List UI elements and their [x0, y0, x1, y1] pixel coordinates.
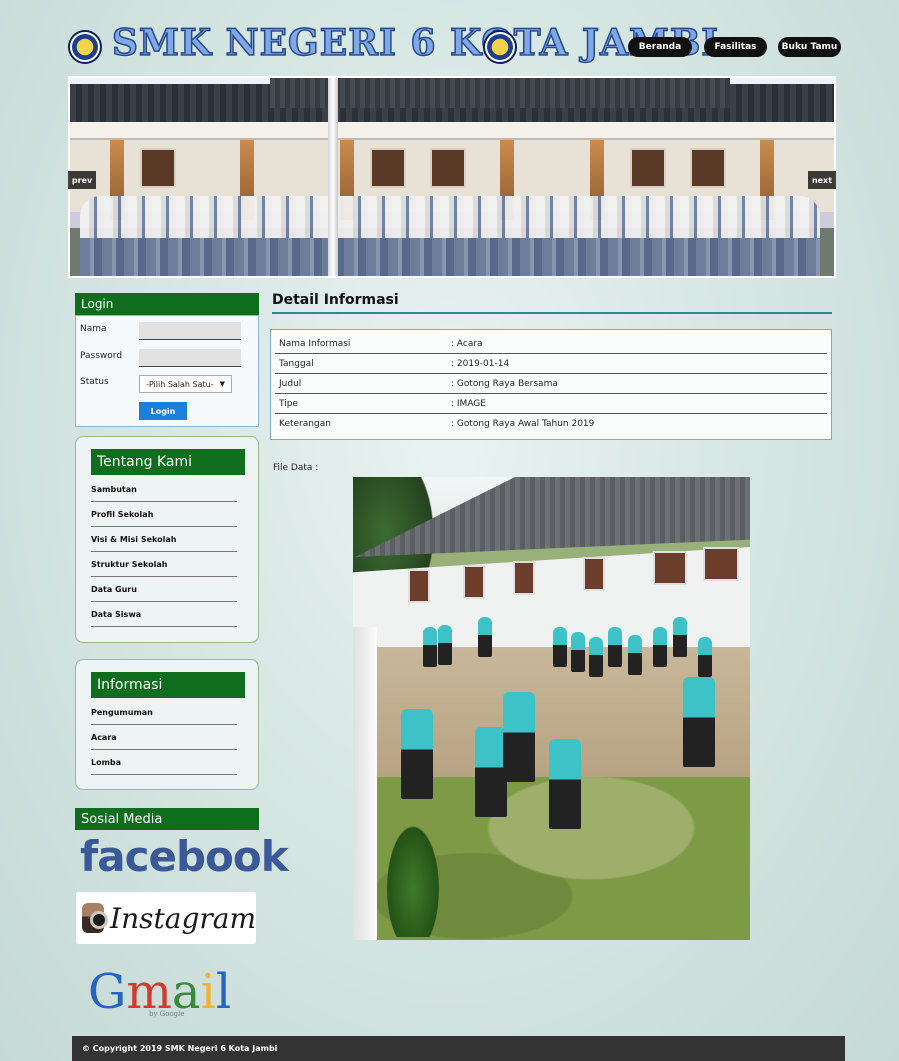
photo-person — [589, 637, 603, 677]
nama-input[interactable] — [139, 322, 241, 340]
detail-value: : Gotong Raya Bersama — [451, 378, 558, 389]
gmail-logo-i: i — [200, 964, 216, 1020]
detail-row: Nama Informasi : Acara — [275, 334, 827, 354]
photo-person — [653, 627, 667, 667]
menu-item-sambutan[interactable]: Sambutan — [91, 477, 237, 502]
informasi-title: Informasi — [91, 672, 245, 698]
slider-pole — [328, 78, 338, 276]
menu-item-pengumuman[interactable]: Pengumuman — [91, 700, 237, 725]
facebook-link[interactable]: facebook — [80, 832, 289, 882]
detail-row: Judul : Gotong Raya Bersama — [275, 374, 827, 394]
detail-key: Tipe — [279, 398, 298, 409]
photo-window — [583, 557, 605, 591]
school-logo-right — [483, 30, 517, 64]
menu-item-struktur-sekolah[interactable]: Struktur Sekolah — [91, 552, 237, 577]
detail-value: : Acara — [451, 338, 483, 349]
photo-window — [653, 551, 687, 585]
tentang-kami-title: Tentang Kami — [91, 449, 245, 475]
slider-window — [430, 148, 466, 188]
photo-person — [478, 617, 492, 657]
detail-value: : IMAGE — [451, 398, 486, 409]
detail-row: Tanggal : 2019-01-14 — [275, 354, 827, 374]
photo-person — [549, 739, 581, 829]
detail-key: Judul — [279, 378, 302, 389]
detail-row: Keterangan : Gotong Raya Awal Tahun 2019 — [275, 414, 827, 434]
photo-person — [503, 692, 535, 782]
login-form: Nama Password Status -Pilih Salah Satu- … — [75, 315, 259, 427]
photo-window — [463, 565, 485, 599]
sosial-media-title: Sosial Media — [75, 808, 259, 830]
detail-value: : Gotong Raya Awal Tahun 2019 — [451, 419, 595, 429]
detail-key: Nama Informasi — [279, 338, 351, 349]
status-select[interactable]: -Pilih Salah Satu- ▼ — [139, 375, 232, 393]
instagram-label: Instagram — [110, 901, 256, 935]
photo-person — [553, 627, 567, 667]
gmail-logo-l: l — [215, 964, 232, 1020]
photo-window — [513, 561, 535, 595]
photo-person — [438, 625, 452, 665]
slider-window — [140, 148, 176, 188]
photo-person — [571, 632, 585, 672]
login-title: Login — [75, 293, 259, 315]
photo-window — [703, 547, 739, 581]
site-title: SMK NEGERI 6 KOTA JAMBI — [111, 21, 720, 65]
nav-beranda-button[interactable]: Beranda — [628, 37, 692, 57]
photo-window — [408, 569, 430, 603]
instagram-camera-icon — [82, 903, 109, 933]
nav-buku-tamu-button[interactable]: Buku Tamu — [778, 37, 841, 57]
menu-item-data-siswa[interactable]: Data Siswa — [91, 602, 237, 627]
slider-window — [630, 148, 666, 188]
page: SMK NEGERI 6 KOTA JAMBI Beranda Fasilita… — [0, 0, 899, 1061]
menu-item-data-guru[interactable]: Data Guru — [91, 577, 237, 602]
menu-item-lomba[interactable]: Lomba — [91, 750, 237, 775]
detail-row: Tipe : IMAGE — [275, 394, 827, 414]
detail-value: : 2019-01-14 — [451, 358, 510, 369]
facebook-logo-dot — [251, 865, 256, 870]
photo-person — [683, 677, 715, 767]
file-data-image — [353, 477, 750, 940]
photo-pillar — [353, 627, 377, 940]
photo-person — [608, 627, 622, 667]
slider-band — [70, 122, 834, 140]
image-slider — [68, 76, 836, 278]
status-label: Status — [80, 377, 109, 387]
slider-prev-button[interactable]: prev — [68, 171, 96, 189]
gmail-logo-g: G — [88, 964, 127, 1020]
photo-person — [423, 627, 437, 667]
password-label: Password — [80, 351, 123, 361]
page-title: Detail Informasi — [272, 292, 832, 314]
chevron-down-icon: ▼ — [219, 380, 225, 388]
detail-key: Tanggal — [279, 358, 314, 369]
slider-next-button[interactable]: next — [808, 171, 836, 189]
slider-crowd-front — [80, 238, 820, 276]
photo-person — [628, 635, 642, 675]
menu-item-profil-sekolah[interactable]: Profil Sekolah — [91, 502, 237, 527]
detail-key: Keterangan — [279, 419, 331, 429]
menu-item-acara[interactable]: Acara — [91, 725, 237, 750]
detail-table: Nama Informasi : Acara Tanggal : 2019-01… — [270, 329, 832, 440]
photo-person — [698, 637, 712, 677]
password-input[interactable] — [139, 349, 241, 367]
tentang-kami-box: Tentang Kami Sambutan Profil Sekolah Vis… — [75, 436, 259, 643]
instagram-link[interactable]: Instagram — [76, 892, 256, 944]
photo-plant — [383, 817, 443, 937]
slider-window — [690, 148, 726, 188]
nav-fasilitas-button[interactable]: Fasilitas — [704, 37, 767, 57]
status-select-value: -Pilih Salah Satu- — [146, 379, 214, 389]
file-data-label: File Data : — [273, 463, 319, 473]
nama-label: Nama — [80, 324, 107, 334]
login-button[interactable]: Login — [139, 402, 187, 420]
gmail-by-google: by Google — [149, 1010, 185, 1018]
footer-copyright: © Copyright 2019 SMK Negeri 6 Kota Jambi — [72, 1036, 845, 1061]
school-logo-left — [68, 30, 102, 64]
slider-roof-upper — [270, 78, 730, 108]
slider-window — [370, 148, 406, 188]
menu-item-visi-misi[interactable]: Visi & Misi Sekolah — [91, 527, 237, 552]
photo-person — [401, 709, 433, 799]
informasi-box: Informasi Pengumuman Acara Lomba — [75, 659, 259, 790]
photo-person — [673, 617, 687, 657]
